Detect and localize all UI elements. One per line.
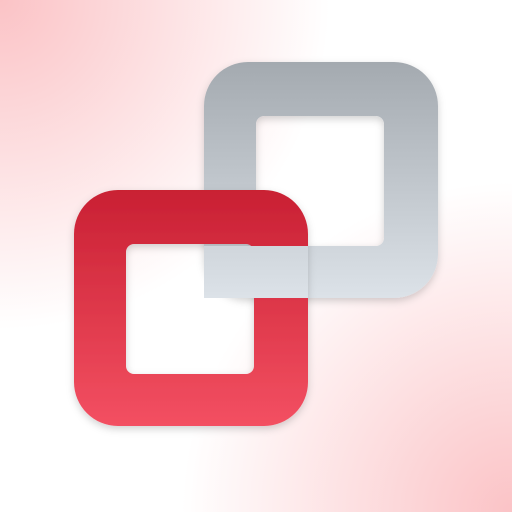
app-icon (0, 0, 512, 512)
gray-link-overlap (204, 246, 308, 298)
